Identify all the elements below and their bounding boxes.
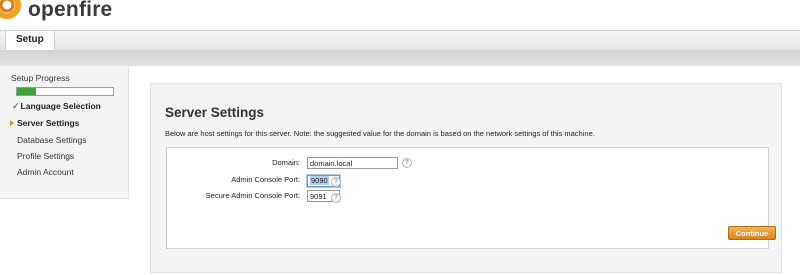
sub-tab-bar (0, 50, 800, 66)
setup-progress-fill (17, 88, 37, 95)
header: openfire™ (0, 0, 800, 30)
admin-console-port-value: 9090 (310, 176, 329, 185)
setup-progress-bar (16, 87, 114, 96)
domain-label: Domain: (272, 158, 300, 167)
page-description: Below are host settings for this server.… (165, 129, 595, 138)
sidebar: Setup Progress ✓Language Selection Serve… (0, 66, 129, 199)
settings-form: Domain: ? Admin Console Port: 9090 ? Sec… (166, 147, 776, 249)
setup-progress-label: Setup Progress (11, 73, 70, 83)
continue-button[interactable]: Continue (728, 226, 776, 240)
check-icon: ✓ (12, 101, 20, 111)
sidebar-item-server-settings[interactable]: Server Settings (10, 118, 80, 128)
sidebar-item-label: Profile Settings (17, 151, 75, 161)
openfire-logo-icon (0, 0, 21, 19)
sidebar-item-label: Database Settings (17, 135, 87, 145)
sidebar-item-profile-settings[interactable]: Profile Settings (17, 151, 74, 161)
tab-bar: Setup (0, 30, 800, 51)
tab-setup[interactable]: Setup (5, 31, 55, 50)
sidebar-item-label: Server Settings (17, 118, 80, 128)
brand-name[interactable]: openfire™ (28, 0, 119, 22)
help-icon[interactable]: ? (402, 158, 412, 168)
sidebar-item-language-selection[interactable]: ✓Language Selection (12, 101, 101, 112)
sidebar-item-label: Language Selection (20, 101, 101, 111)
help-icon[interactable]: ? (331, 177, 341, 187)
server-settings-panel: Server Settings Below are host settings … (150, 83, 782, 273)
help-icon[interactable]: ? (331, 193, 341, 203)
domain-field[interactable] (307, 157, 398, 169)
arrow-right-icon (10, 120, 14, 126)
admin-console-port-label: Admin Console Port: (231, 175, 300, 184)
secure-admin-console-port-label: Secure Admin Console Port: (205, 191, 300, 200)
sidebar-item-label: Admin Account (17, 167, 74, 177)
brand-text: openfire (28, 0, 113, 21)
sidebar-item-database-settings[interactable]: Database Settings (17, 135, 86, 145)
page-title: Server Settings (165, 105, 265, 120)
sidebar-item-admin-account[interactable]: Admin Account (17, 167, 74, 177)
